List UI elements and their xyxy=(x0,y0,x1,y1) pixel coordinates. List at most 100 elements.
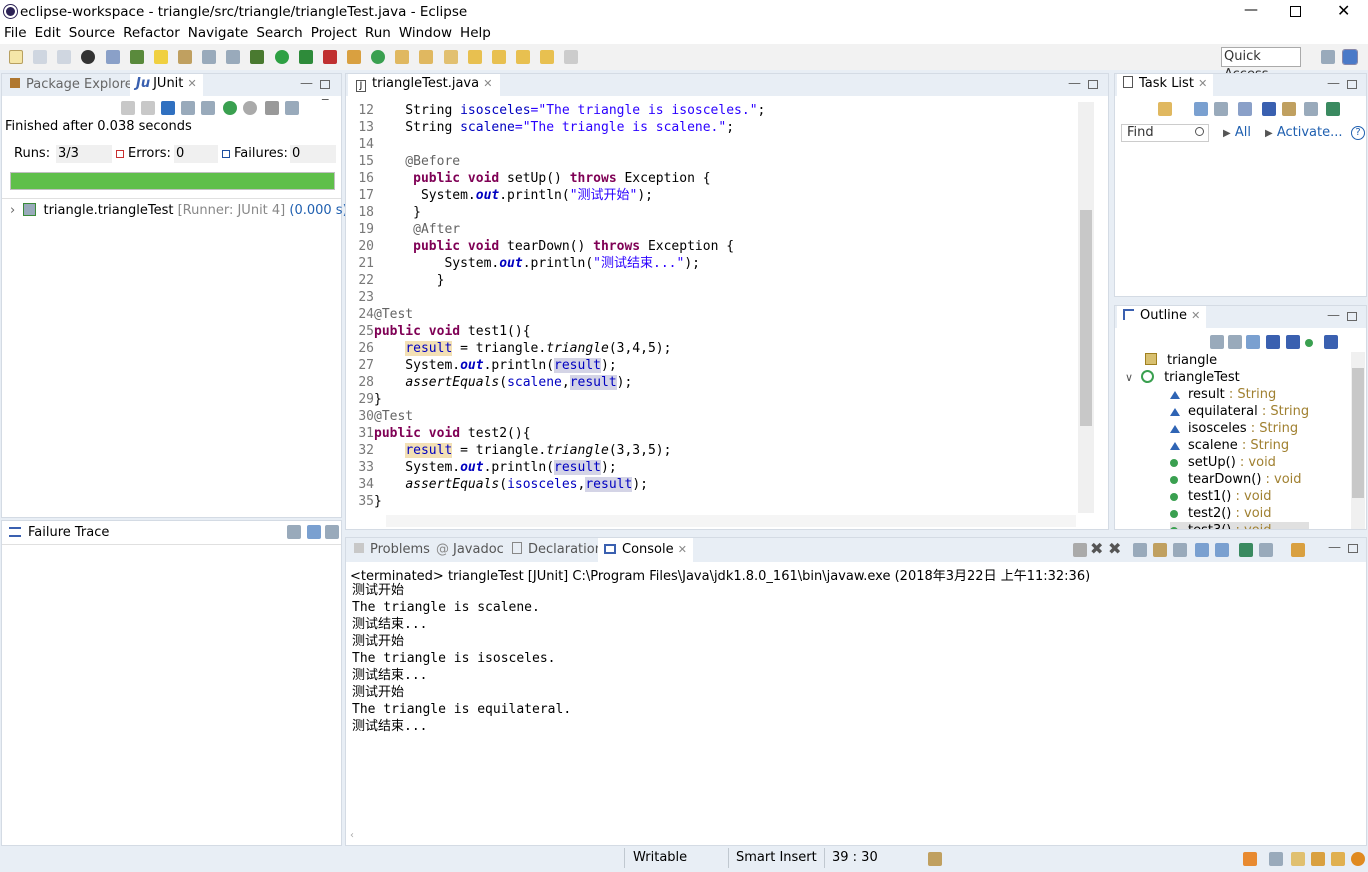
test-tree-item[interactable]: › triangle.triangleTest [Runner: JUnit 4… xyxy=(10,203,348,218)
new-task-icon[interactable] xyxy=(1158,102,1172,116)
close-button[interactable]: ✕ xyxy=(1337,1,1350,20)
console-output[interactable]: 测试开始 The triangle is scalene. 测试结束... 测试开始 T… xyxy=(352,582,1342,735)
close-tab-icon[interactable]: ✕ xyxy=(1191,309,1200,322)
menu-project[interactable]: Project xyxy=(307,24,361,42)
minimize-view-icon[interactable]: — xyxy=(300,76,313,91)
run-icon[interactable] xyxy=(274,49,289,64)
save-icon[interactable] xyxy=(33,49,48,64)
maximize-task-icon[interactable] xyxy=(1347,80,1357,89)
outline-item[interactable]: isosceles : String xyxy=(1170,420,1309,437)
tab-package-explorer[interactable]: Package Explorer xyxy=(4,75,144,95)
coverage-icon[interactable] xyxy=(298,49,313,64)
clear-console-icon[interactable] xyxy=(1133,543,1147,557)
tab-problems[interactable]: Problems xyxy=(348,540,436,560)
menu-source[interactable]: Source xyxy=(65,24,119,42)
maximize-outline-icon[interactable] xyxy=(1347,312,1357,321)
status-book-icon[interactable] xyxy=(1291,852,1305,866)
status-task-icon[interactable] xyxy=(928,852,942,866)
status-settings-icon[interactable] xyxy=(1351,852,1365,866)
console-vscrollbar[interactable] xyxy=(1350,582,1364,830)
new-class-icon[interactable] xyxy=(371,49,386,64)
status-connect-icon[interactable] xyxy=(1269,852,1283,866)
view-menu-icon[interactable]: ‾ xyxy=(322,98,329,113)
rerun-failed-icon[interactable] xyxy=(243,101,257,115)
minimize-console-icon[interactable]: — xyxy=(1328,540,1341,555)
close-tab-icon[interactable]: ✕ xyxy=(678,543,687,556)
outline-item[interactable]: test1() : void xyxy=(1170,488,1309,505)
outline-item[interactable]: result : String xyxy=(1170,386,1309,403)
outline-toggle-icon[interactable] xyxy=(202,49,217,64)
tab-javadoc[interactable]: @ Javadoc xyxy=(430,540,510,560)
last-edit-icon[interactable] xyxy=(515,49,530,64)
close-tab-icon[interactable]: ✕ xyxy=(1198,77,1207,90)
collapse-all-tasks-icon[interactable] xyxy=(1282,102,1296,116)
tab-console[interactable]: Console ✕ xyxy=(598,538,693,564)
prev-failure-icon[interactable] xyxy=(141,101,155,115)
terminate-icon[interactable] xyxy=(1073,543,1087,557)
tab-triangletest-java[interactable]: JtriangleTest.java ✕ xyxy=(348,74,501,98)
editor-vscrollbar[interactable] xyxy=(1078,102,1094,513)
hide-completed-icon[interactable] xyxy=(1262,102,1276,116)
scroll-lock-console-icon[interactable] xyxy=(1153,543,1167,557)
compare-result-icon[interactable] xyxy=(307,525,321,539)
restore-button[interactable] xyxy=(1290,6,1301,17)
scheduled-icon[interactable] xyxy=(1214,102,1228,116)
outline-item[interactable]: setUp() : void xyxy=(1170,454,1309,471)
outline-class[interactable]: ∨ triangleTest xyxy=(1125,369,1240,386)
scroll-lock-icon[interactable] xyxy=(181,101,195,115)
prev-annotation-icon[interactable] xyxy=(491,49,506,64)
remove-all-icon[interactable]: ✖ xyxy=(1108,539,1121,558)
next-failure-icon[interactable] xyxy=(121,101,135,115)
tab-junit[interactable]: Ju JUnit ✕ xyxy=(130,74,203,96)
bug-icon[interactable] xyxy=(250,49,265,64)
new-icon[interactable] xyxy=(9,49,23,64)
collapse-arrow-icon[interactable]: ∨ xyxy=(1125,371,1133,384)
outline-item[interactable]: tearDown() : void xyxy=(1170,471,1309,488)
focus-workweek-icon[interactable] xyxy=(1238,102,1252,116)
status-cap-icon[interactable] xyxy=(1311,852,1325,866)
java-perspective-icon[interactable] xyxy=(1342,49,1358,65)
new-java-package-icon[interactable] xyxy=(346,49,361,64)
profile-icon[interactable] xyxy=(81,49,96,64)
hide-nonpublic-icon[interactable] xyxy=(1305,339,1313,347)
task-repos-icon[interactable] xyxy=(1326,102,1340,116)
hide-local-types-icon[interactable] xyxy=(1324,335,1338,349)
pin-console-icon[interactable] xyxy=(1239,543,1253,557)
show-skipped-icon[interactable] xyxy=(201,101,215,115)
show-on-stdout-icon[interactable] xyxy=(1195,543,1209,557)
menu-file[interactable]: File xyxy=(0,24,31,42)
tab-declaration[interactable]: Declaration xyxy=(506,540,609,560)
open-perspective-icon[interactable] xyxy=(1321,50,1335,64)
outline-vscrollbar[interactable] xyxy=(1351,352,1365,529)
toggle-mark-icon[interactable] xyxy=(153,49,168,64)
show-on-stderr-icon[interactable] xyxy=(1215,543,1229,557)
sort-icon[interactable] xyxy=(1246,335,1260,349)
menu-edit[interactable]: Edit xyxy=(31,24,65,42)
copy-trace-icon[interactable] xyxy=(325,525,339,539)
editor-vscroll-thumb[interactable] xyxy=(1080,210,1092,426)
ant-icon[interactable] xyxy=(177,49,192,64)
collapse-outline-icon[interactable] xyxy=(1228,335,1242,349)
menu-search[interactable]: Search xyxy=(252,24,306,42)
outline-item[interactable]: test3() : void xyxy=(1170,522,1310,529)
console-hscrollbar[interactable]: ‹ xyxy=(350,830,1346,842)
minimize-task-icon[interactable]: — xyxy=(1327,76,1340,91)
help-icon[interactable]: ? xyxy=(1351,126,1365,140)
stop-icon[interactable] xyxy=(265,101,279,115)
word-wrap-icon[interactable] xyxy=(1173,543,1187,557)
menu-run[interactable]: Run xyxy=(361,24,395,42)
status-rss-icon[interactable] xyxy=(1243,852,1257,866)
rerun-icon[interactable] xyxy=(223,101,237,115)
paragraph-icon[interactable] xyxy=(226,49,241,64)
show-failures-only-icon[interactable] xyxy=(161,101,175,115)
expand-arrow-icon[interactable]: › xyxy=(10,203,15,218)
search-toolbar-icon[interactable] xyxy=(443,49,458,64)
sync-icon[interactable] xyxy=(1304,102,1318,116)
remove-launch-icon[interactable]: ✖ xyxy=(1090,539,1103,558)
all-link[interactable]: ▶ All xyxy=(1223,125,1251,140)
minimize-outline-icon[interactable]: — xyxy=(1327,308,1340,323)
tab-outline[interactable]: Outline ✕ xyxy=(1117,306,1207,330)
tab-task-list[interactable]: Task List ✕ xyxy=(1117,74,1214,98)
maximize-editor-icon[interactable] xyxy=(1088,80,1098,89)
status-pencil-icon[interactable] xyxy=(1331,852,1345,866)
